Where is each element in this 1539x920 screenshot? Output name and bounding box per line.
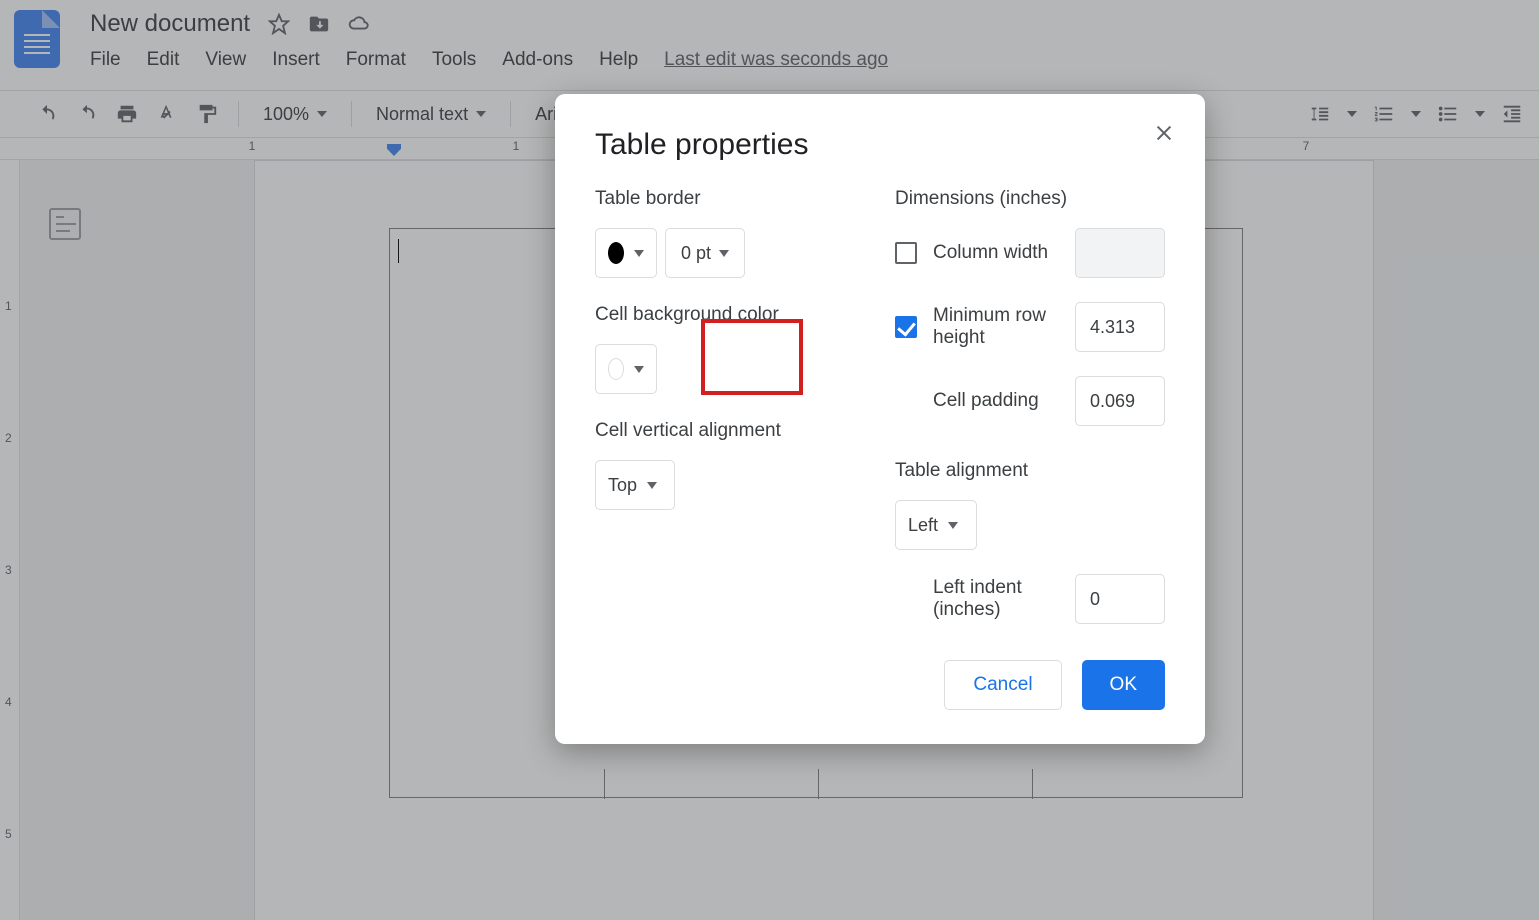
min-row-height-checkbox[interactable] [895, 316, 917, 338]
close-button[interactable] [1153, 122, 1175, 151]
border-width-dropdown[interactable]: 0 pt [665, 228, 745, 278]
dialog-actions: Cancel OK [595, 660, 1165, 710]
color-swatch-icon [608, 242, 624, 264]
dialog-left-column: Table border 0 pt Cell background color [595, 188, 865, 624]
column-width-label: Column width [933, 242, 1075, 264]
cell-background-dropdown[interactable] [595, 344, 657, 394]
chevron-down-icon [647, 482, 657, 489]
min-row-height-input[interactable]: 4.313 [1075, 302, 1165, 352]
chevron-down-icon [719, 250, 729, 257]
table-properties-dialog: Table properties Table border 0 pt Cell … [555, 94, 1205, 744]
vertical-alignment-label: Cell vertical alignment [595, 420, 865, 442]
cancel-button[interactable]: Cancel [944, 660, 1061, 710]
cell-padding-input[interactable]: 0.069 [1075, 376, 1165, 426]
chevron-down-icon [634, 250, 644, 257]
column-width-input[interactable] [1075, 228, 1165, 278]
table-alignment-value: Left [908, 515, 938, 536]
table-border-label: Table border [595, 188, 865, 210]
cell-padding-label: Cell padding [933, 390, 1075, 412]
left-indent-label: Left indent (inches) [933, 577, 1075, 621]
dialog-body: Table border 0 pt Cell background color [595, 188, 1165, 624]
border-color-dropdown[interactable] [595, 228, 657, 278]
chevron-down-icon [634, 366, 644, 373]
dialog-right-column: Dimensions (inches) Column width Minimum… [895, 188, 1165, 624]
min-row-height-label: Minimum row height [933, 305, 1075, 349]
chevron-down-icon [948, 522, 958, 529]
color-swatch-icon [608, 358, 624, 380]
dimensions-label: Dimensions (inches) [895, 188, 1165, 210]
cell-background-label: Cell background color [595, 304, 865, 326]
table-alignment-label: Table alignment [895, 460, 1165, 482]
dialog-title: Table properties [595, 128, 1165, 162]
column-width-checkbox[interactable] [895, 242, 917, 264]
vertical-alignment-dropdown[interactable]: Top [595, 460, 675, 510]
table-alignment-dropdown[interactable]: Left [895, 500, 977, 550]
border-width-value: 0 pt [681, 243, 711, 264]
ok-button[interactable]: OK [1082, 660, 1165, 710]
vertical-alignment-value: Top [608, 475, 637, 496]
left-indent-input[interactable]: 0 [1075, 574, 1165, 624]
